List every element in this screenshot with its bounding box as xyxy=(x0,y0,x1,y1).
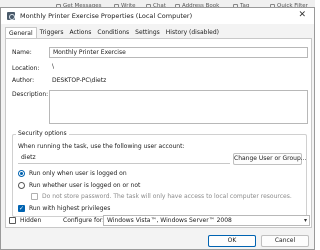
user-account-field: dietz xyxy=(18,153,230,164)
hidden-checkbox[interactable] xyxy=(9,217,16,224)
chevron-down-icon: ▾ xyxy=(303,217,307,224)
radio-whether-logged-on-label[interactable]: Run whether user is logged on or not xyxy=(29,182,140,189)
radio-logged-on-label[interactable]: Run only when user is logged on xyxy=(29,170,127,177)
name-field[interactable]: Monthly Printer Exercise xyxy=(49,47,308,58)
tab-general[interactable]: General xyxy=(5,27,37,38)
change-user-button[interactable]: Change User or Group... xyxy=(233,153,307,165)
tab-actions[interactable]: Actions xyxy=(66,28,94,38)
configure-for-value: Windows Vista™, Windows Server™ 2008 xyxy=(107,217,232,224)
description-label: Description: xyxy=(12,91,49,98)
general-panel: Name: Monthly Printer Exercise Location:… xyxy=(5,38,312,228)
window-title: Monthly Printer Exercise Properties (Loc… xyxy=(20,12,193,20)
account-prompt: When running the task, use the following… xyxy=(18,143,185,150)
title-bar[interactable]: Monthly Printer Exercise Properties (Loc… xyxy=(1,8,314,24)
security-options-title: Security options xyxy=(16,130,69,137)
highest-privileges-label[interactable]: Run with highest privileges xyxy=(29,205,110,212)
task-properties-dialog: Monthly Printer Exercise Properties (Loc… xyxy=(0,7,315,250)
tab-conditions[interactable]: Conditions xyxy=(94,28,132,38)
location-label: Location: xyxy=(12,65,40,72)
no-store-password-label: Do not store password. The task will onl… xyxy=(42,193,292,200)
tab-triggers[interactable]: Triggers xyxy=(37,28,67,38)
radio-logged-on[interactable] xyxy=(18,170,25,177)
name-label: Name: xyxy=(12,49,32,56)
no-store-password-checkbox[interactable] xyxy=(31,193,38,200)
task-scheduler-icon xyxy=(7,12,15,20)
author-label: Author: xyxy=(12,77,35,84)
configure-for-select[interactable]: Windows Vista™, Windows Server™ 2008 ▾ xyxy=(103,215,310,226)
radio-whether-logged-on[interactable] xyxy=(18,182,25,189)
tab-settings[interactable]: Settings xyxy=(132,28,163,38)
hidden-label[interactable]: Hidden xyxy=(20,217,41,224)
highest-privileges-checkbox[interactable]: ✓ xyxy=(18,205,25,212)
author-value: DESKTOP-PC\dietz xyxy=(52,77,107,84)
location-value: \ xyxy=(52,63,55,70)
tab-strip: General Triggers Actions Conditions Sett… xyxy=(5,27,222,38)
description-field[interactable] xyxy=(49,90,308,124)
close-icon[interactable]: ✕ xyxy=(298,10,306,20)
cancel-button[interactable]: Cancel xyxy=(261,235,309,247)
configure-for-label: Configure for: xyxy=(63,217,105,224)
tab-history[interactable]: History (disabled) xyxy=(163,28,222,38)
ok-button[interactable]: OK xyxy=(208,235,256,247)
